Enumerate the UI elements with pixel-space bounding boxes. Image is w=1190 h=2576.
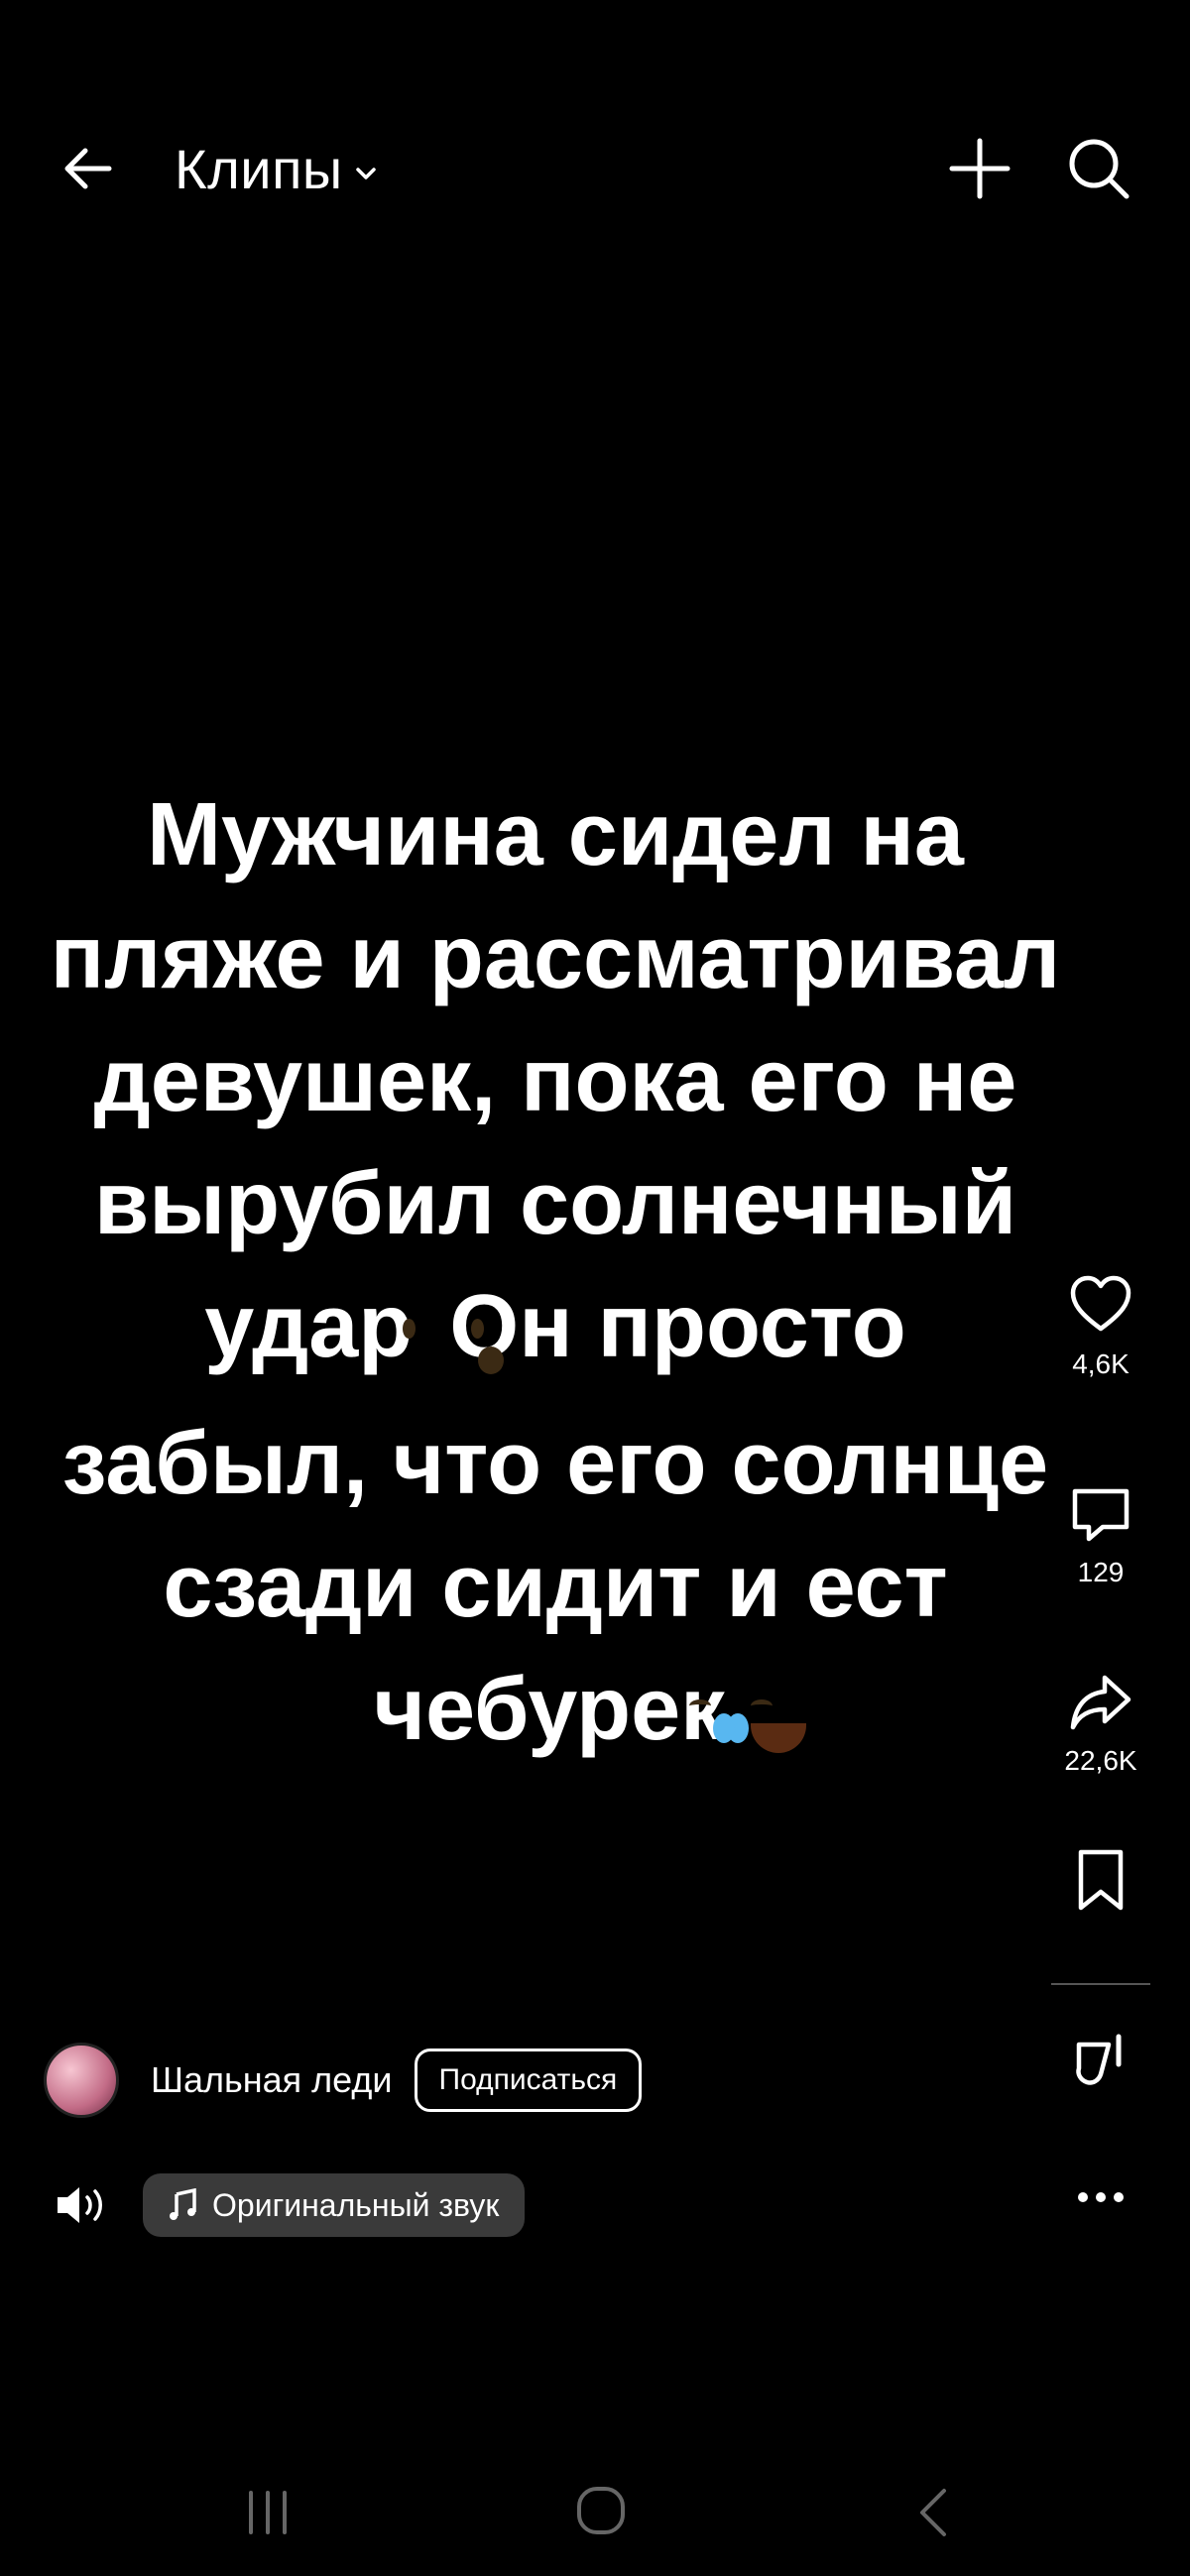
avatar[interactable] <box>44 2043 119 2118</box>
share-action[interactable]: 22,6K <box>1031 1666 1170 1777</box>
page-title: Клипы <box>175 137 343 200</box>
caption-line: забыл, что его солнце <box>61 1414 1049 1513</box>
share-icon[interactable] <box>1065 1666 1136 1737</box>
audio-label: Оригинальный звук <box>212 2186 500 2223</box>
like-count: 4,6K <box>1072 1348 1130 1379</box>
caption-fragment: удар <box>204 1277 414 1376</box>
home-icon[interactable] <box>573 2483 629 2538</box>
remix-icon[interactable] <box>1065 2023 1136 2094</box>
caption-line: чебурек <box>40 1648 1071 1785</box>
caption-fragment: чебурек <box>373 1660 726 1759</box>
caption-line: удар Он просто <box>40 1265 1071 1402</box>
nav-back-icon[interactable] <box>912 2483 952 2542</box>
reels-screen: Клипы Мужчина сидел на пляже и рассматри… <box>0 0 1190 2576</box>
chevron-down-icon <box>355 168 376 179</box>
caption-line: девушек, пока его не <box>93 1031 1017 1130</box>
caption-line: Мужчина сидел на <box>147 785 964 884</box>
heart-icon[interactable] <box>1065 1269 1136 1341</box>
comment-action[interactable]: 129 <box>1031 1477 1170 1588</box>
follow-button[interactable]: Подписаться <box>414 2049 643 2112</box>
caption-line: вырубил солнечный <box>93 1154 1017 1253</box>
music-note-icon <box>170 2188 196 2220</box>
bookmark-icon[interactable] <box>1065 1844 1136 1916</box>
more-action[interactable] <box>1031 2162 1170 2233</box>
video-caption: Мужчина сидел на пляже и рассматривал де… <box>40 773 1071 1785</box>
author-name[interactable]: Шальная леди <box>151 2059 393 2101</box>
recents-icon[interactable] <box>243 2485 293 2540</box>
arrow-left-icon[interactable] <box>52 131 127 206</box>
comment-icon[interactable] <box>1065 1477 1136 1549</box>
search-icon[interactable] <box>1061 131 1136 206</box>
comment-count: 129 <box>1077 1557 1125 1587</box>
caption-line: пляже и рассматривал <box>50 908 1061 1007</box>
plus-icon[interactable] <box>942 131 1017 206</box>
audio-row: Оригинальный звук <box>54 2171 526 2239</box>
more-icon[interactable] <box>1065 2162 1136 2233</box>
like-action[interactable]: 4,6K <box>1031 1269 1170 1380</box>
original-audio-pill[interactable]: Оригинальный звук <box>143 2173 526 2237</box>
reels-title-dropdown[interactable]: Клипы <box>175 137 377 200</box>
caption-fragment: Он просто <box>449 1277 906 1376</box>
top-bar: Клипы <box>0 119 1190 218</box>
remix-action[interactable] <box>1031 2023 1170 2094</box>
rail-divider <box>1051 1983 1150 1985</box>
system-nav-bar <box>0 2449 1190 2568</box>
author-row: Шальная леди Подписаться <box>44 2041 643 2120</box>
caption-line: сзади сидит и ест <box>163 1537 948 1636</box>
speaker-icon[interactable] <box>54 2181 109 2229</box>
share-count: 22,6K <box>1064 1745 1137 1776</box>
save-action[interactable] <box>1031 1844 1170 1916</box>
